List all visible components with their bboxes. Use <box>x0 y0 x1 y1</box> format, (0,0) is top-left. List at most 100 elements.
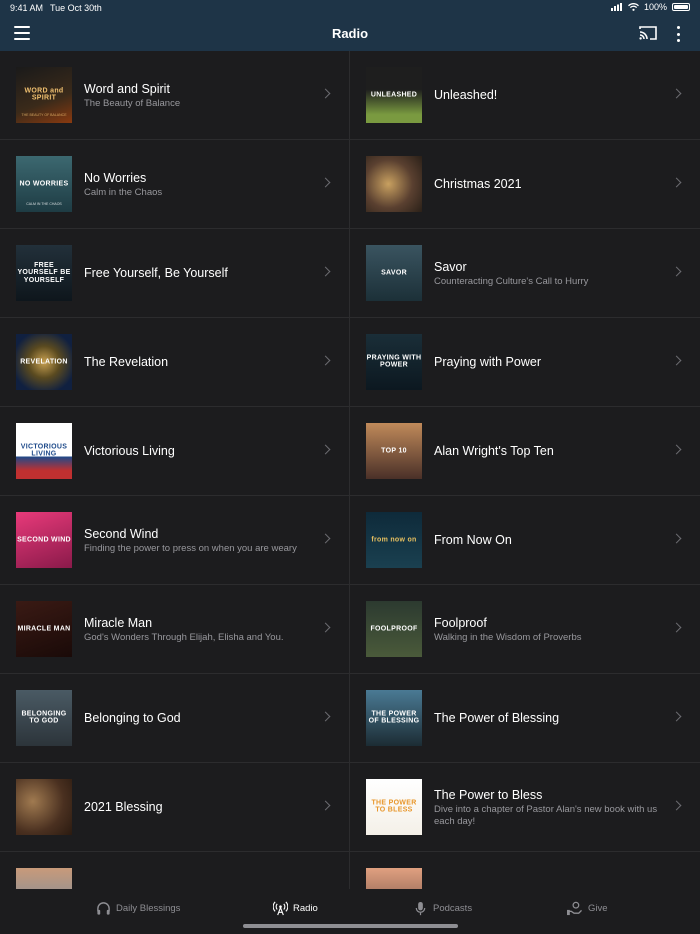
show-row-the-revelation[interactable]: REVELATION The Revelation <box>0 318 350 407</box>
show-row-show-20[interactable] <box>350 852 700 889</box>
show-subtitle: Calm in the Chaos <box>84 186 163 198</box>
chevron-right-icon <box>320 533 331 544</box>
chevron-right-icon <box>320 444 331 455</box>
artwork-title: REVELATION <box>20 358 68 366</box>
show-artwork: SAVOR <box>366 245 422 301</box>
status-indicators: 100% <box>610 2 690 12</box>
show-row-2021-blessing[interactable]: 2021 Blessing <box>0 763 350 852</box>
artwork-title: MIRACLE MAN <box>17 625 71 633</box>
chevron-right-icon <box>320 266 331 277</box>
more-options-icon[interactable] <box>672 25 684 43</box>
cast-icon[interactable] <box>638 25 658 41</box>
show-artwork: VICTORIOUS LIVING <box>16 423 72 479</box>
show-subtitle: Dive into a chapter of Pastor Alan's new… <box>434 803 658 827</box>
artwork-title: SECOND WIND <box>17 536 71 544</box>
nav-bar: Radio <box>0 16 700 51</box>
show-title: Unleashed! <box>434 88 498 102</box>
chevron-right-icon <box>671 800 682 811</box>
chevron-right-icon <box>671 444 682 455</box>
headphones-icon <box>97 902 110 915</box>
show-artwork: PRAYING WITH POWER <box>366 334 422 390</box>
tab-radio[interactable]: Radio <box>273 901 318 916</box>
show-subtitle: Counteracting Culture's Call to Hurry <box>434 275 589 287</box>
show-title: No Worries <box>84 170 147 185</box>
show-row-praying-with-power[interactable]: PRAYING WITH POWER Praying with Power <box>350 318 700 407</box>
chevron-right-icon <box>671 88 682 99</box>
tab-daily-blessings[interactable]: Daily Blessings <box>96 901 180 916</box>
status-date: Tue Oct 30th <box>50 3 102 13</box>
show-row-belonging-to-god[interactable]: BELONGING TO GOD Belonging to God <box>0 674 350 763</box>
radio-tower-icon <box>273 901 288 916</box>
chevron-right-icon <box>671 355 682 366</box>
show-row-the-power-to-bless[interactable]: THE POWER TO BLESS The Power to Bless Dive… <box>350 763 700 852</box>
chevron-right-icon <box>671 266 682 277</box>
show-artwork: REVELATION <box>16 334 72 390</box>
chevron-right-icon <box>320 88 331 99</box>
show-title: The Power of Blessing <box>434 711 560 725</box>
show-artwork: THE POWER OF BLESSING <box>366 690 422 746</box>
chevron-right-icon <box>320 800 331 811</box>
tab-label: Give <box>588 903 608 914</box>
page-title: Radio <box>331 26 369 41</box>
show-row-miracle-man[interactable]: MIRACLE MAN Miracle Man God's Wonders Thro… <box>0 585 350 674</box>
show-artwork: FOOLPROOF <box>366 601 422 657</box>
artwork-title: PRAYING WITH POWER <box>366 354 422 369</box>
show-row-no-worries[interactable]: NO WORRIES CALM IN THE CHAOS No Worries Cal… <box>0 140 350 229</box>
show-row-foolproof[interactable]: FOOLPROOF Foolproof Walking in the Wisdom … <box>350 585 700 674</box>
show-subtitle: The Beauty of Balance <box>84 97 181 109</box>
show-artwork: UNLEASHED <box>366 67 422 123</box>
show-row-second-wind[interactable]: SECOND WIND Second Wind Finding the power … <box>0 496 350 585</box>
show-artwork: TOP 10 <box>366 423 422 479</box>
chevron-right-icon <box>320 177 331 188</box>
chevron-right-icon <box>320 355 331 366</box>
artwork-title: TOP 10 <box>381 447 407 455</box>
show-artwork <box>16 868 72 889</box>
signal-icon <box>610 3 622 11</box>
show-row-the-power-of-blessing[interactable]: THE POWER OF BLESSING The Power of Blessi… <box>350 674 700 763</box>
show-row-from-now-on[interactable]: from now on From Now On <box>350 496 700 585</box>
artwork-subtitle: THE BEAUTY OF BALANCE <box>21 113 67 117</box>
show-row-christmas-2021[interactable]: Christmas 2021 <box>350 140 700 229</box>
chevron-right-icon <box>320 622 331 633</box>
show-list: WORD and SPIRIT THE BEAUTY OF BALANCE Word… <box>0 51 700 889</box>
show-artwork: NO WORRIES CALM IN THE CHAOS <box>16 156 72 212</box>
chevron-right-icon <box>671 533 682 544</box>
show-title: Second Wind <box>84 526 159 541</box>
show-title: 2021 Blessing <box>84 800 163 814</box>
show-title: The Revelation <box>84 355 169 369</box>
home-indicator[interactable] <box>243 924 458 928</box>
wifi-icon <box>628 3 639 11</box>
show-artwork: FREE YOURSELF BE YOURSELF <box>16 245 72 301</box>
chevron-right-icon <box>320 711 331 722</box>
show-title: Victorious Living <box>84 444 175 458</box>
artwork-title: THE POWER OF BLESSING <box>368 710 420 725</box>
show-title: Free Yourself, Be Yourself <box>84 266 228 280</box>
chevron-right-icon <box>671 622 682 633</box>
show-title: Alan Wright's Top Ten <box>434 444 554 458</box>
show-title: Miracle Man <box>84 615 153 630</box>
tab-podcasts[interactable]: Podcasts <box>413 901 472 916</box>
show-row-savor[interactable]: SAVOR Savor Counteracting Culture's Call t… <box>350 229 700 318</box>
show-row-victorious-living[interactable]: VICTORIOUS LIVING Victorious Living <box>0 407 350 496</box>
show-subtitle: Walking in the Wisdom of Proverbs <box>434 631 582 643</box>
tab-give[interactable]: Give <box>566 901 608 916</box>
show-title: From Now On <box>434 533 512 547</box>
show-row-unlimited[interactable]: Unlimited <box>0 852 350 889</box>
artwork-title: UNLEASHED <box>370 91 418 99</box>
show-row-free-yourself-be-yourself[interactable]: FREE YOURSELF BE YOURSELF Free Yourself, … <box>0 229 350 318</box>
show-artwork: BELONGING TO GOD <box>16 690 72 746</box>
artwork-subtitle: CALM IN THE CHAOS <box>26 202 62 206</box>
show-artwork: THE POWER TO BLESS <box>366 779 422 835</box>
tab-label: Daily Blessings <box>116 903 181 914</box>
artwork-title: BELONGING TO GOD <box>21 710 67 725</box>
artwork-title: WORD and SPIRIT <box>24 87 64 102</box>
show-subtitle: Finding the power to press on when you a… <box>84 542 297 554</box>
microphone-icon <box>415 901 426 916</box>
show-subtitle: God's Wonders Through Elijah, Elisha and… <box>84 631 284 643</box>
artwork-title: from now on <box>371 536 417 544</box>
show-row-word-and-spirit[interactable]: WORD and SPIRIT THE BEAUTY OF BALANCE Word… <box>0 51 350 140</box>
show-row-unleashed[interactable]: UNLEASHED Unleashed! <box>350 51 700 140</box>
show-row-alan-wright-s-top-ten[interactable]: TOP 10 Alan Wright's Top Ten <box>350 407 700 496</box>
artwork-title: SAVOR <box>381 269 407 277</box>
artwork-title: VICTORIOUS LIVING <box>20 443 68 458</box>
